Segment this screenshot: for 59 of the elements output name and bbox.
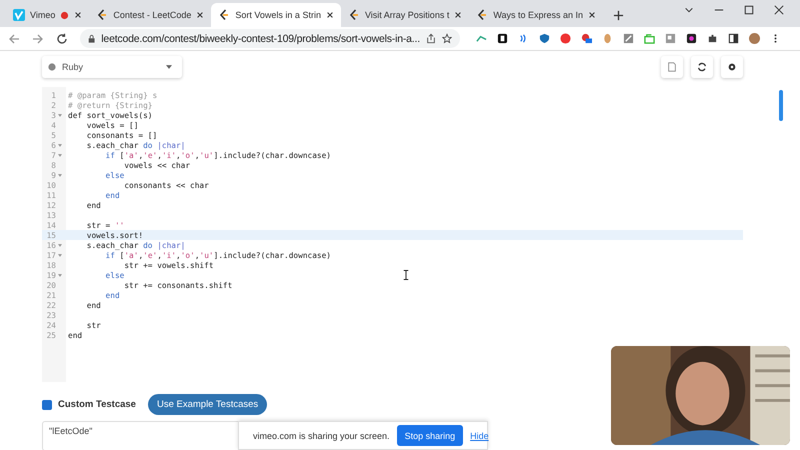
reload-icon[interactable] (56, 32, 68, 44)
fold-icon[interactable] (58, 274, 62, 276)
site-icon (96, 9, 108, 21)
close-icon[interactable] (74, 11, 82, 19)
site-icon (476, 9, 488, 21)
browser-tab[interactable]: Sort Vowels in a Strin (211, 3, 341, 27)
tab-title: Sort Vowels in a Strin (235, 10, 321, 20)
hide-link[interactable]: Hide (470, 430, 489, 440)
refresh-icon (697, 62, 707, 72)
language-dropdown[interactable]: Ruby (42, 56, 182, 78)
browser-tab[interactable]: Ways to Express an In (469, 3, 604, 27)
site-icon (348, 9, 360, 21)
app-icon (13, 9, 25, 21)
checkbox-label: Custom Testcase (58, 399, 136, 410)
scrollbar-thumb[interactable] (779, 90, 783, 121)
browser-tab[interactable]: Vimeo (6, 3, 90, 27)
document-icon (667, 62, 677, 72)
lock-icon (88, 34, 96, 44)
browser-tab[interactable]: Contest - LeetCode (89, 3, 212, 27)
fold-icon[interactable] (58, 144, 62, 146)
checkbox[interactable] (42, 400, 52, 410)
example-testcases-button[interactable]: Use Example Testcases (148, 394, 268, 415)
close-icon[interactable] (774, 4, 784, 14)
caret-icon (166, 65, 172, 69)
close-icon[interactable] (326, 11, 334, 19)
reset-button[interactable] (691, 56, 713, 78)
tab-title: Vimeo (30, 10, 56, 20)
close-icon[interactable] (196, 11, 204, 19)
text-cursor-icon (403, 269, 409, 281)
maximize-icon[interactable] (744, 4, 754, 14)
browser-tab[interactable]: Visit Array Positions t (340, 3, 470, 27)
star-icon[interactable] (442, 33, 452, 44)
new-tab-icon[interactable] (613, 10, 624, 21)
close-icon[interactable] (454, 11, 462, 19)
fold-icon[interactable] (58, 174, 62, 176)
settings-icon (727, 62, 737, 72)
sidebar-icon[interactable] (728, 33, 739, 44)
extension-icon[interactable] (686, 33, 697, 44)
fold-icon[interactable] (58, 244, 62, 246)
settings-button[interactable] (721, 56, 743, 78)
tab-title: Ways to Express an In (493, 10, 584, 20)
stop-sharing-button[interactable]: Stop sharing (396, 425, 464, 446)
tab-title: Contest - LeetCode (113, 10, 192, 20)
address-field[interactable]: leetcode.com/contest/biweekly-contest-109/problems/sort-vowels-in-a... (80, 29, 460, 48)
back-icon[interactable] (8, 32, 20, 44)
extension-icon[interactable] (497, 33, 508, 44)
share-icon[interactable] (426, 33, 436, 44)
document-button[interactable] (661, 56, 683, 78)
shield-icon[interactable] (539, 33, 550, 44)
fold-icon[interactable] (58, 254, 62, 256)
avatar-icon[interactable] (749, 33, 760, 44)
info-icon (48, 63, 56, 71)
fold-icon[interactable] (58, 154, 62, 156)
share-message: vimeo.com is sharing your screen. (253, 430, 390, 440)
fold-icon[interactable] (58, 114, 62, 116)
forward-icon[interactable] (32, 32, 44, 44)
tab-title: Visit Array Positions t (364, 10, 450, 20)
close-icon[interactable] (588, 11, 596, 19)
site-icon (218, 9, 230, 21)
